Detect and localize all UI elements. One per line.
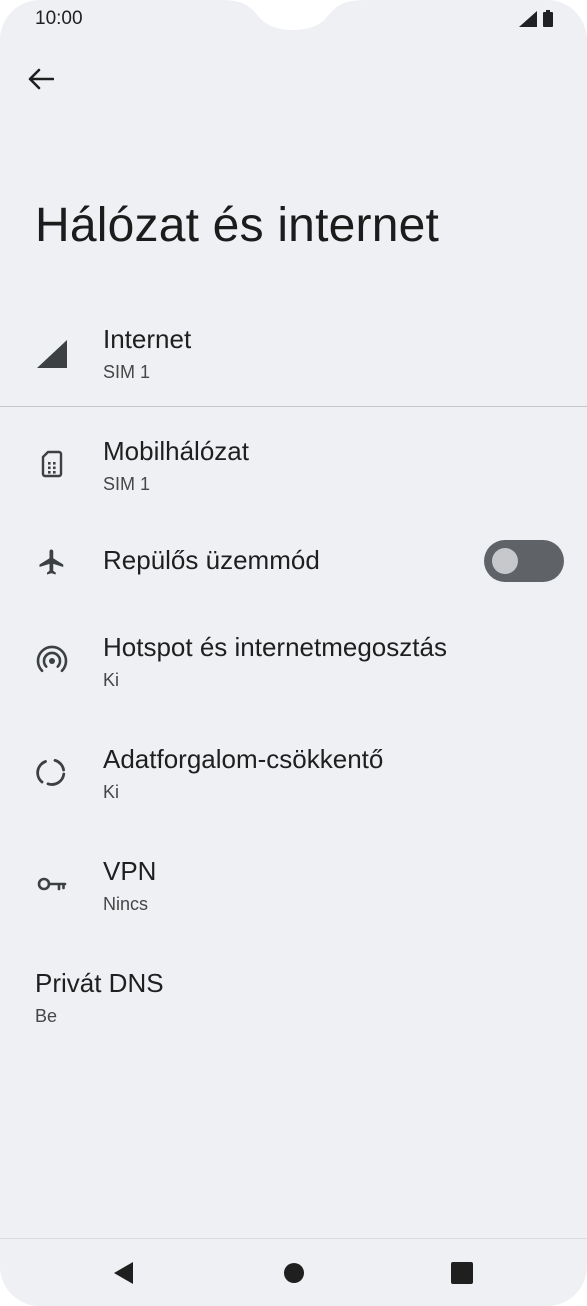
- divider: [0, 406, 587, 407]
- item-subtitle: Ki: [103, 782, 120, 802]
- airplane-mode-toggle[interactable]: [484, 540, 564, 582]
- status-time: 10:00: [35, 8, 83, 29]
- sim-card-icon: [34, 446, 70, 482]
- item-subtitle: Be: [35, 1006, 58, 1026]
- airplane-icon: [34, 544, 70, 580]
- list-item-data-saver[interactable]: Adatforgalom-csökkentő Ki: [0, 740, 587, 826]
- item-title: Internet: [103, 324, 192, 354]
- item-title: Hotspot és internetmegosztás: [103, 632, 447, 662]
- battery-icon: [543, 10, 553, 27]
- back-triangle-icon: [114, 1262, 133, 1284]
- status-bar: 10:00: [0, 0, 587, 44]
- item-subtitle: SIM 1: [103, 474, 151, 494]
- cell-signal-icon: [34, 336, 70, 372]
- item-title: Repülős üzemmód: [103, 545, 320, 575]
- recents-square-icon: [451, 1262, 473, 1284]
- toggle-knob: [492, 548, 518, 574]
- signal-icon: [519, 10, 537, 27]
- list-item-hotspot[interactable]: Hotspot és internetmegosztás Ki: [0, 628, 587, 714]
- item-subtitle: Ki: [103, 670, 120, 690]
- status-icons: [519, 10, 553, 27]
- navigation-bar: [0, 1238, 587, 1306]
- arrow-back-icon: [28, 68, 54, 90]
- nav-recents-button[interactable]: [446, 1257, 478, 1289]
- list-item-mobile-network[interactable]: Mobilhálózat SIM 1: [0, 432, 587, 518]
- data-saver-icon: [34, 754, 70, 790]
- list-item-private-dns[interactable]: Privát DNS Be: [0, 964, 587, 1050]
- item-title: VPN: [103, 856, 157, 886]
- back-button[interactable]: [24, 62, 58, 96]
- home-circle-icon: [284, 1263, 304, 1283]
- list-item-internet[interactable]: Internet SIM 1: [0, 320, 587, 406]
- item-title: Mobilhálózat: [103, 436, 249, 466]
- vpn-key-icon: [34, 866, 70, 902]
- item-subtitle: Nincs: [103, 894, 149, 914]
- nav-back-button[interactable]: [108, 1257, 140, 1289]
- nav-home-button[interactable]: [278, 1257, 310, 1289]
- item-subtitle: SIM 1: [103, 362, 151, 382]
- item-title: Adatforgalom-csökkentő: [103, 744, 384, 774]
- item-title: Privát DNS: [35, 968, 164, 998]
- page-title: Hálózat és internet: [35, 199, 440, 252]
- phone-screen: 10:00 Hálózat és internet Internet SIM 1: [0, 0, 587, 1306]
- list-item-vpn[interactable]: VPN Nincs: [0, 852, 587, 938]
- hotspot-icon: [34, 642, 70, 678]
